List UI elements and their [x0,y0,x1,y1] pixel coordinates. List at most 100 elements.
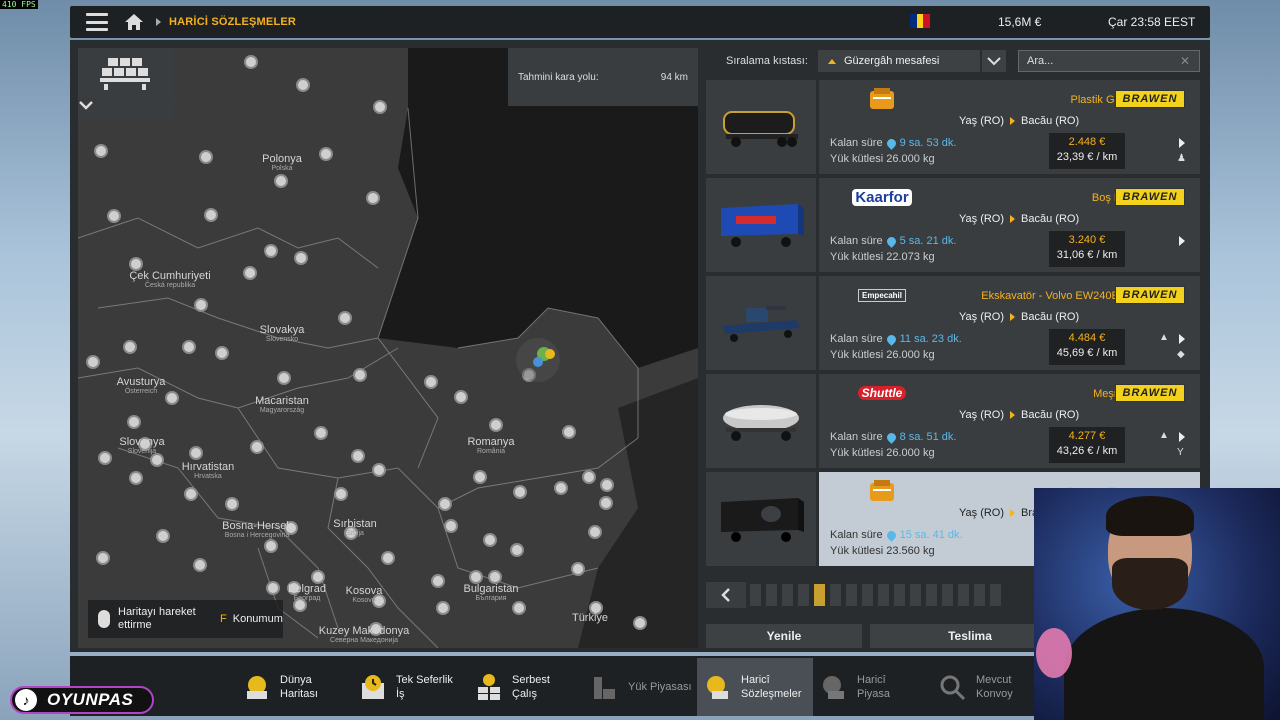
route-arrow-icon [1010,313,1016,321]
page-indicator[interactable] [846,584,857,606]
stream-badge: ♪ OYUNPAS [10,686,154,714]
clock-job-icon [358,672,388,702]
map-label-macaristan: Macaristan Magyarország [255,395,309,414]
company-logo: BRAWEN [1115,188,1185,206]
route-arrow-icon [1010,117,1016,125]
breadcrumb-arrow-icon [156,18,161,26]
page-indicator[interactable] [974,584,985,606]
map-label-slovenya: Slovenya Slovenija [119,436,165,455]
company-logo: BRAWEN [1115,384,1185,402]
money-display: 15,6M € [998,15,1042,29]
job-route: Yaş (RO) Bacău (RO) [959,115,1080,127]
remaining-time: Kalan süre 8 sa. 51 dk. [830,430,957,444]
trailer-image [706,276,816,370]
tiktok-icon: ♪ [15,689,37,711]
tab-external-market[interactable]: Haricî Piyasa [813,658,929,716]
page-indicator[interactable] [990,584,1001,606]
fragile-icon: ♟ [1177,153,1186,164]
tab-freight[interactable]: Serbest Çalış [468,658,584,716]
tab-label: Yük Piyasası [628,681,692,693]
weight-icon: ▲ [1159,332,1169,343]
search-input[interactable] [1018,50,1200,72]
cargo-name: Ekskavatör - Volvo EW240E MH [981,290,1139,302]
hint-move: Haritayı hareket ettirme [118,606,196,631]
job-card[interactable]: Empecahil Ekskavatör - Volvo EW240E MH B… [706,276,1200,370]
trailer-image [706,472,816,566]
glass-icon: Y [1177,447,1184,458]
trailer-image [706,374,816,468]
my-location-button[interactable]: Konumum [233,613,283,625]
cargo-mass: Yük kütlesi 22.073 kg [830,251,935,263]
remaining-time: Kalan süre 11 sa. 23 dk. [830,332,962,346]
page-indicator[interactable] [830,584,841,606]
map-filter-button[interactable] [78,48,174,98]
map-label-hirvatistan: Hırvatistan Hrvatska [181,461,235,480]
company-logo: BRAWEN [1115,90,1185,108]
chevron-down-icon[interactable] [982,50,1006,72]
play-icon[interactable] [1179,236,1185,246]
page-indicator[interactable] [910,584,921,606]
remaining-time: Kalan süre 9 sa. 53 dk. [830,136,957,150]
map-label-romanya: Romanya România [467,436,515,455]
page-indicator[interactable] [862,584,873,606]
tab-quick-job[interactable]: Tek Seferlik İş [352,658,468,716]
mouse-icon [98,610,110,628]
route-arrow-icon [1010,215,1016,223]
page-indicator[interactable] [798,584,809,606]
job-details: Shuttle Meşrubat BRAWEN Yaş (RO)Bacău (R… [819,374,1200,468]
timer-icon [884,528,898,542]
job-card[interactable]: Plastik Granül BRAWEN Yaş (RO) Bacău (RO)… [706,80,1200,174]
page-indicator[interactable] [750,584,761,606]
estimate-value: 94 km [660,72,688,83]
remaining-time: Kalan süre 15 sa. 41 dk. [830,528,963,542]
tab-label: Serbest Çalış [512,674,550,700]
timer-icon [884,234,898,248]
job-card[interactable]: Kaarfor Boş Palet BRAWEN Yaş (RO)Bacău (… [706,178,1200,272]
cargo-market-icon [590,672,620,702]
cargo-name: Plastik Granül [1070,94,1139,106]
play-icon[interactable] [1179,432,1185,442]
menu-icon[interactable] [86,13,108,31]
romania-flag-icon [910,14,931,28]
page-indicator[interactable] [958,584,969,606]
sort-select[interactable]: Güzergâh mesafesi [818,50,980,72]
renew-button[interactable]: Yenile [706,624,862,648]
map-label-slovakya: Slovakya Slovensko [259,324,305,343]
close-icon[interactable]: ✕ [1180,54,1190,68]
job-route: Yaş (RO) Bacău (RO) [959,409,1080,421]
page-indicator[interactable] [782,584,793,606]
page-indicator[interactable] [878,584,889,606]
page-indicator[interactable] [814,584,825,606]
job-price: 3.240 €31,06 € / km [1049,231,1125,267]
job-price: 4.484 €45,69 € / km [1049,329,1125,365]
tab-cargo-market[interactable]: Yük Piyasası [584,658,700,716]
job-details: Kaarfor Boş Palet BRAWEN Yaş (RO)Bacău (… [819,178,1200,272]
tab-world-map[interactable]: Dünya Haritası [236,658,352,716]
home-icon[interactable] [124,13,144,31]
tab-label: Dünya Haritası [280,674,318,700]
sort-asc-icon [828,58,836,64]
page-indicator[interactable] [766,584,777,606]
page-indicator[interactable] [926,584,937,606]
company-logo: BRAWEN [1115,286,1185,304]
page-indicator[interactable] [894,584,905,606]
map-label-makedonya: Kuzey Makedonya Северна Македонија [318,625,410,644]
timer-icon [884,332,898,346]
sort-value: Güzergâh mesafesi [844,55,940,67]
tab-label: Haricî Piyasa [857,674,891,700]
chevron-down-icon[interactable] [78,100,174,122]
job-card[interactable]: Shuttle Meşrubat BRAWEN Yaş (RO)Bacău (R… [706,374,1200,468]
breadcrumb: HARİCİ SÖZLEŞMELER [169,16,297,28]
play-icon[interactable] [1179,138,1185,148]
page-indicator[interactable] [942,584,953,606]
globe-contracts-icon [703,672,733,702]
job-details: Plastik Granül BRAWEN Yaş (RO) Bacău (RO)… [819,80,1200,174]
tab-convoy[interactable]: Mevcut Konvoy [932,658,1048,716]
world-map[interactable]: Tahmini kara yolu: 94 km Polonya Polska Ç… [78,48,698,648]
chevron-left-icon[interactable] [706,582,746,608]
cargo-mass: Yük kütlesi 26.000 kg [830,153,935,165]
play-icon[interactable] [1179,334,1185,344]
timer-icon [884,430,898,444]
map-label-sirbistan: Sırbistan Srbija [333,518,377,537]
tab-external-contracts[interactable]: Haricî Sözleşmeler [697,658,813,716]
